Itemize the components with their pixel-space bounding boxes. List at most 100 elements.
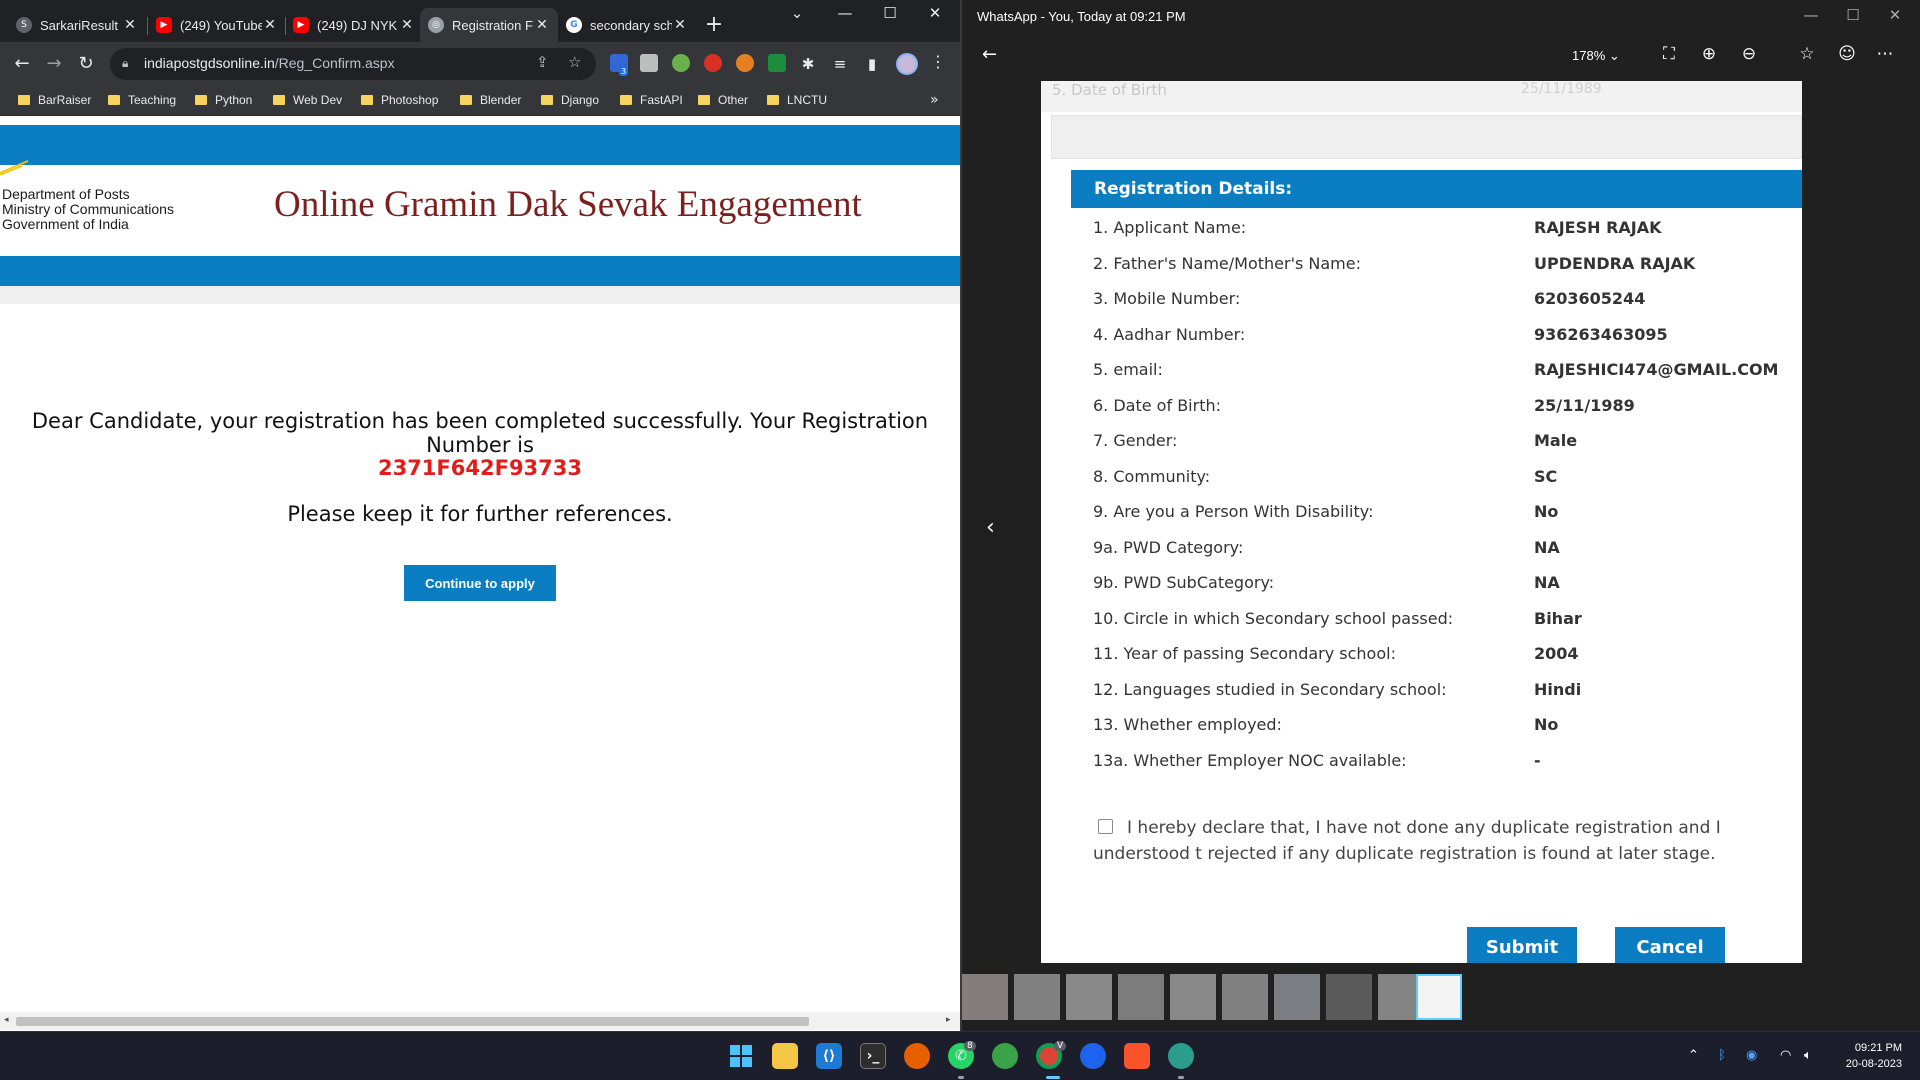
thumbnail[interactable] [1066,974,1112,1020]
scroll-right-icon[interactable]: ▸ [946,1015,951,1025]
app-icon[interactable] [992,1043,1018,1069]
bookmark-folder[interactable]: LNCTU [767,93,827,107]
bookmark-folder[interactable]: Other [698,93,748,107]
new-tab-button[interactable]: + [700,12,728,37]
forward-arrow-icon[interactable]: → [42,52,66,76]
bookmark-folder[interactable]: Blender [460,93,521,107]
terminal-icon[interactable]: ›_ [860,1043,886,1069]
close-window-button[interactable]: ✕ [915,4,955,22]
tab-search-icon[interactable]: ⌄ [777,4,817,22]
brave-icon[interactable] [1124,1043,1150,1069]
cookie-icon[interactable] [736,54,754,72]
back-arrow-icon[interactable]: ← [10,52,34,76]
thumbnail[interactable] [1222,974,1268,1020]
more-menu-icon[interactable]: ⋮ [930,52,946,71]
address-bar[interactable]: 🔒︎ indiapostgdsonline.in/Reg_Confirm.asp… [110,48,596,80]
thumbnail[interactable] [1326,974,1372,1020]
bluetooth-icon[interactable]: ᛒ [1718,1048,1726,1063]
bookmark-folder[interactable]: BarRaiser [18,93,91,107]
cut-off-row: 5. Date of Birth 25/11/1989 [1041,81,1802,112]
profile-avatar[interactable] [896,53,918,75]
windows-start-icon[interactable] [728,1043,754,1069]
bookmarks-overflow-icon[interactable]: » [930,92,939,108]
tab-title: (249) DJ NYK [317,17,398,33]
scrollbar-thumb[interactable] [16,1017,809,1026]
chrome-tray-icon[interactable]: ◉ [1746,1048,1757,1063]
maximize-button[interactable]: ☐ [1830,6,1876,24]
favorite-star-icon[interactable]: ☆ [1794,44,1820,64]
zoom-out-icon[interactable]: ⊖ [1736,44,1762,64]
maximize-button[interactable]: ☐ [870,4,910,22]
puzzle-icon[interactable]: ✱ [796,52,820,76]
vscode-icon[interactable]: ⟨⟩ [816,1043,842,1069]
tab-registration[interactable]: ◎ Registration F ✕ [420,8,558,42]
reload-icon[interactable]: ↻ [74,52,98,76]
emoji-icon[interactable]: ☺ [1834,44,1860,64]
youtube-icon: ▶ [293,17,309,33]
bookmark-star-icon[interactable]: ☆ [568,53,581,71]
zoom-level[interactable]: 178% ⌄ [1572,48,1620,64]
docker-icon[interactable] [1080,1043,1106,1069]
scroll-left-icon[interactable]: ◂ [4,1015,9,1025]
zoom-in-icon[interactable]: ⊕ [1696,44,1722,64]
detail-row: 12. Languages studied in Secondary schoo… [1093,680,1582,699]
continue-to-apply-button[interactable]: Continue to apply [404,565,556,601]
bookmark-folder[interactable]: Teaching [108,93,176,107]
app-icon[interactable] [1168,1043,1194,1069]
bookmark-folder[interactable]: Django [541,93,599,107]
horizontal-scrollbar[interactable]: ◂ ▸ [0,1012,960,1030]
firefox-icon[interactable] [904,1043,930,1069]
close-tab-icon[interactable]: ✕ [122,17,138,33]
share-icon[interactable]: ⇪ [536,53,549,71]
side-panel-icon[interactable]: ▮ [860,52,884,76]
thumbnail[interactable] [962,974,1008,1020]
tab-sarkariresult[interactable]: S SarkariResult ✕ [8,8,146,42]
detail-row: 7. Gender: Male [1093,431,1578,450]
detail-row: 9a. PWD Category: NA [1093,538,1560,557]
site-title: Online Gramin Dak Sevak Engagement [274,184,862,225]
bookmarks-bar: BarRaiser Teaching Python Web Dev Photos… [0,86,960,116]
thumbnail[interactable] [1170,974,1216,1020]
thumbnail[interactable] [1014,974,1060,1020]
tab-youtube-2[interactable]: ▶ (249) DJ NYK ✕ [285,8,423,42]
extension-icon[interactable] [768,54,786,72]
thumbnail[interactable] [1274,974,1320,1020]
fit-to-window-icon[interactable]: ⛶ [1656,44,1682,64]
bookmark-folder[interactable]: Photoshop [361,93,438,107]
clock-date[interactable]: 20-08-2023 [1834,1058,1902,1070]
close-tab-icon[interactable]: ✕ [672,17,688,33]
web-page: Department of Posts Ministry of Communic… [0,117,960,1012]
tab-title: SarkariResult [40,17,119,33]
close-tab-icon[interactable]: ✕ [262,17,278,33]
google-icon: G [566,17,582,33]
close-tab-icon[interactable]: ✕ [534,17,550,33]
extension-icon[interactable] [640,54,658,72]
extension-icon[interactable] [672,54,690,72]
more-options-icon[interactable]: ⋯ [1872,44,1898,64]
thumbnail[interactable] [1118,974,1164,1020]
thumbnail-selected[interactable] [1416,974,1462,1020]
running-indicator [1178,1076,1184,1079]
bookmark-folder[interactable]: Python [195,93,252,107]
minimize-button[interactable]: — [825,4,865,22]
minimize-button[interactable]: — [1788,6,1834,24]
folder-icon [698,95,710,105]
tab-youtube-1[interactable]: ▶ (249) YouTube ✕ [148,8,286,42]
bookmark-folder[interactable]: Web Dev [273,93,342,107]
chrome-profile-badge: V [1054,1041,1067,1051]
bookmark-folder[interactable]: FastAPI [620,93,683,107]
media-control-icon[interactable]: ≡ [828,52,852,76]
clock-time[interactable]: 09:21 PM [1838,1042,1902,1054]
chevron-up-icon[interactable]: ⌃ [1688,1048,1699,1063]
close-tab-icon[interactable]: ✕ [399,17,415,33]
tab-google-search[interactable]: G secondary sch ✕ [558,8,696,42]
back-arrow-icon[interactable]: ← [982,44,997,65]
registration-screenshot: 5. Date of Birth 25/11/1989 Registration… [1041,81,1802,963]
close-window-button[interactable]: ✕ [1872,6,1918,24]
declaration-text: I hereby declare that, I have not done a… [1093,818,1721,864]
previous-image-icon[interactable]: ‹ [986,515,995,540]
extension-icon[interactable] [704,54,722,72]
volume-icon[interactable]: 🔈︎ [1804,1048,1812,1063]
file-explorer-icon[interactable] [772,1043,798,1069]
wifi-icon[interactable]: ◠ [1780,1048,1791,1063]
